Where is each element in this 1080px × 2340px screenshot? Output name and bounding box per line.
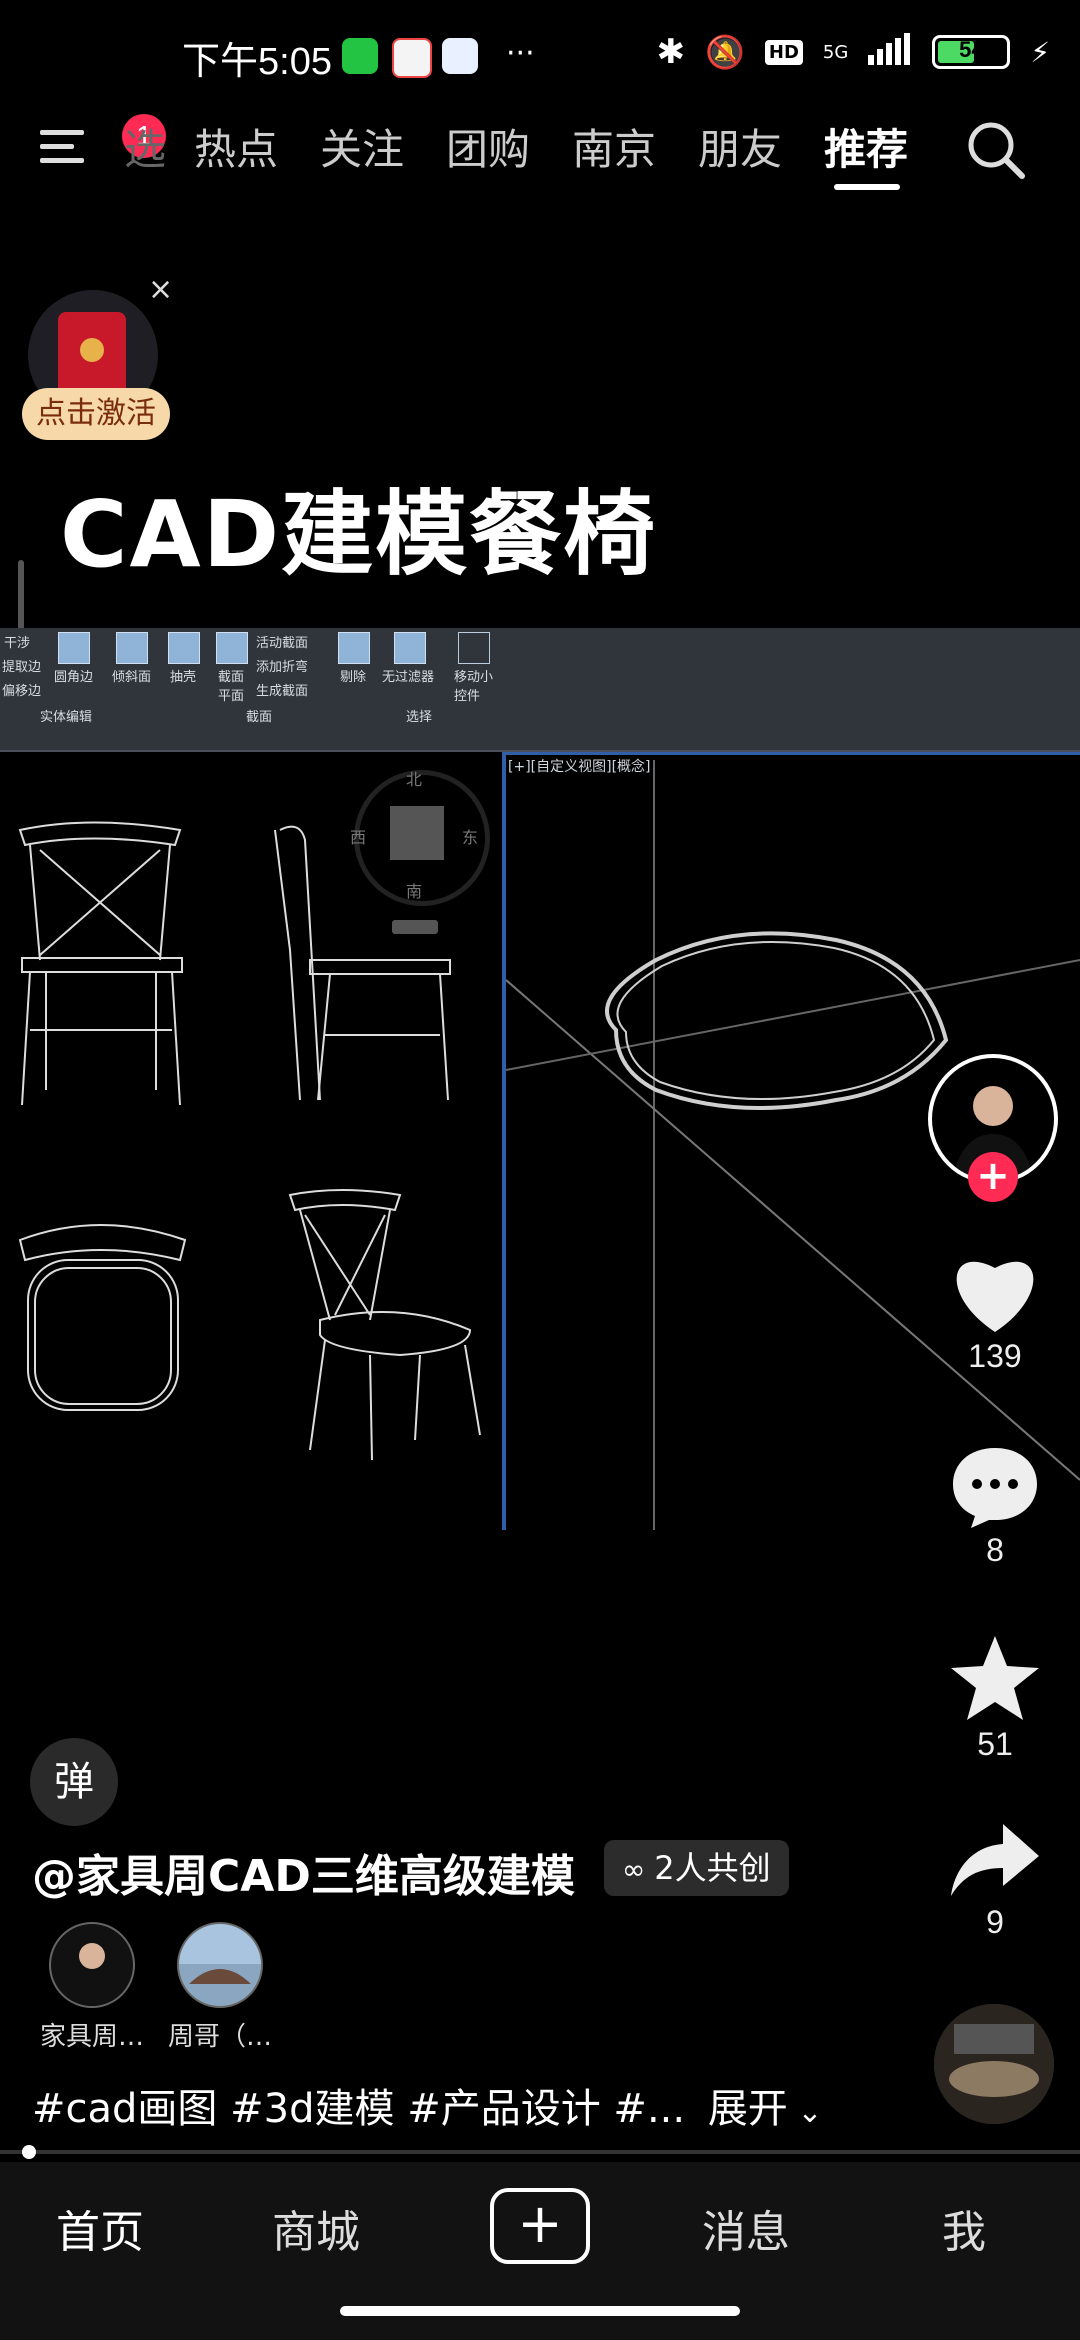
expand-label: 展开 xyxy=(707,2086,788,2132)
favorite-button[interactable]: 51 xyxy=(940,1632,1050,1763)
ribbon-generate-section: 生成截面 xyxy=(256,684,309,699)
status-time: 下午5:05 xyxy=(182,41,332,83)
mute-bell-icon: 🔕 xyxy=(705,33,745,71)
share-arrow-icon xyxy=(951,1824,1039,1896)
charging-icon: ⚡ xyxy=(1030,35,1050,69)
ribbon-add-jog: 添加折弯 xyxy=(256,660,309,675)
hd-icon: HD xyxy=(764,39,803,65)
comment-button[interactable]: 8 xyxy=(940,1444,1050,1569)
share-button[interactable]: 9 xyxy=(940,1820,1050,1941)
ribbon-fillet-edge: 圆角边 xyxy=(54,670,94,685)
section-plane-icon xyxy=(216,632,248,664)
ribbon-label-extract-edge: 提取边 xyxy=(2,660,42,675)
bluetooth-icon: ✱ xyxy=(656,32,686,72)
menu-icon xyxy=(40,130,84,163)
search-button[interactable] xyxy=(964,118,1028,186)
viewcube-north: 北 xyxy=(406,770,423,789)
creator-name: 家具周… xyxy=(39,2022,144,2052)
nav-messages[interactable]: 消息 xyxy=(702,2196,790,2260)
tab-nanjing[interactable]: 南京 xyxy=(572,116,656,177)
chair-drawings xyxy=(18,821,481,1461)
network-label: 5G xyxy=(822,41,849,63)
58-app-icon xyxy=(392,38,432,78)
ribbon-label-offset-edge: 偏移边 xyxy=(2,684,42,699)
ribbon-move-gizmo: 移动小控件 xyxy=(454,670,494,704)
hashtags-text: #cad画图 #3d建模 #产品设计 #... xyxy=(32,2086,686,2132)
danmu-button[interactable]: 弹 xyxy=(30,1738,118,1826)
comment-icon xyxy=(953,1448,1037,1528)
promo-close-button[interactable]: × xyxy=(148,272,173,307)
author-name[interactable]: @家具周CAD三维高级建模 xyxy=(32,1840,575,1904)
home-indicator xyxy=(340,2306,740,2316)
active-tab-indicator xyxy=(834,184,900,190)
heart-icon xyxy=(956,1261,1034,1332)
co-create-label: 2人共创 xyxy=(654,1849,771,1887)
tab-recommend[interactable]: 推荐 xyxy=(824,116,908,177)
nav-me[interactable]: 我 xyxy=(942,2196,986,2260)
baidu-app-icon xyxy=(442,38,478,74)
music-disc[interactable] xyxy=(934,2004,1054,2124)
ribbon-cull: 剔除 xyxy=(340,670,367,685)
fillet-edge-icon xyxy=(58,632,90,664)
follow-button[interactable]: + xyxy=(968,1152,1018,1202)
ribbon-live-section: 活动截面 xyxy=(256,636,309,651)
hashtags[interactable]: #cad画图 #3d建模 #产品设计 #... 展开 ⌄ xyxy=(32,2076,823,2134)
no-filter-icon xyxy=(394,632,426,664)
chevron-down-icon: ⌄ xyxy=(787,2095,823,2130)
red-packet-icon xyxy=(58,312,126,396)
tab-group-buy[interactable]: 团购 xyxy=(446,116,530,177)
video-title: CAD建模餐椅 xyxy=(60,481,658,588)
more-notifications-icon: ··· xyxy=(506,36,535,71)
promo-activate-label[interactable]: 点击激活 xyxy=(22,388,170,440)
tab-hot[interactable]: 热点 xyxy=(194,116,278,177)
star-icon xyxy=(951,1636,1039,1720)
ribbon-label-interfere: 干涉 xyxy=(4,636,31,651)
menu-button[interactable]: 1 xyxy=(38,114,166,180)
creator-2[interactable]: 周哥（… xyxy=(150,1922,290,2053)
signal-icon xyxy=(868,32,912,72)
ribbon-section-plane: 截面平面 xyxy=(218,670,245,704)
co-create-badge[interactable]: ∞ 2人共创 xyxy=(604,1840,789,1896)
nav-mall[interactable]: 商城 xyxy=(272,2196,360,2260)
ribbon-group-section: 截面 xyxy=(246,710,273,725)
expand-button[interactable]: 展开 ⌄ xyxy=(708,2086,823,2132)
creator-1[interactable]: 家具周… xyxy=(22,1922,162,2053)
music-disc-image xyxy=(934,2004,1054,2124)
battery-icon: 54 xyxy=(932,35,1011,69)
comment-count: 8 xyxy=(986,1532,1004,1568)
wechat-app-icon xyxy=(342,38,378,74)
status-bar: 下午5:05 ··· ✱ 🔕 HD 5G 54 ⚡ xyxy=(0,0,1080,110)
creator-name: 周哥（… xyxy=(167,2022,272,2052)
ribbon-shell: 抽壳 xyxy=(170,670,197,685)
ribbon-no-filter: 无过滤器 xyxy=(382,670,435,685)
favorite-count: 51 xyxy=(977,1726,1013,1762)
tab-partial[interactable]: 选 xyxy=(124,116,166,177)
nav-home[interactable]: 首页 xyxy=(56,2196,144,2260)
cull-icon xyxy=(338,632,370,664)
status-right: ✱ 🔕 HD 5G 54 ⚡ xyxy=(657,32,1050,72)
top-nav: 1 选 热点 关注 团购 南京 朋友 推荐 xyxy=(0,104,1080,196)
creator-avatar xyxy=(177,1922,263,2008)
ribbon-group-selection: 选择 xyxy=(406,710,433,725)
battery-percent: 54 xyxy=(959,37,984,62)
create-button[interactable]: + xyxy=(490,2188,590,2264)
move-gizmo-icon xyxy=(458,632,490,664)
search-icon xyxy=(968,122,1025,179)
shell-icon xyxy=(168,632,200,664)
cad-ribbon xyxy=(0,628,1080,752)
creator-avatar xyxy=(49,1922,135,2008)
like-count: 139 xyxy=(968,1338,1022,1374)
ribbon-group-solid-edit: 实体编辑 xyxy=(40,710,93,725)
tab-friends[interactable]: 朋友 xyxy=(698,116,782,177)
taper-face-icon xyxy=(116,632,148,664)
co-create-icon: ∞ xyxy=(622,1853,655,1886)
video-progress-bar[interactable] xyxy=(0,2150,1080,2154)
video-progress-handle[interactable] xyxy=(22,2145,36,2159)
tab-following[interactable]: 关注 xyxy=(320,116,404,177)
ribbon-taper-face: 倾斜面 xyxy=(112,670,152,685)
share-count: 9 xyxy=(986,1904,1004,1940)
like-button[interactable]: 139 xyxy=(940,1250,1050,1375)
